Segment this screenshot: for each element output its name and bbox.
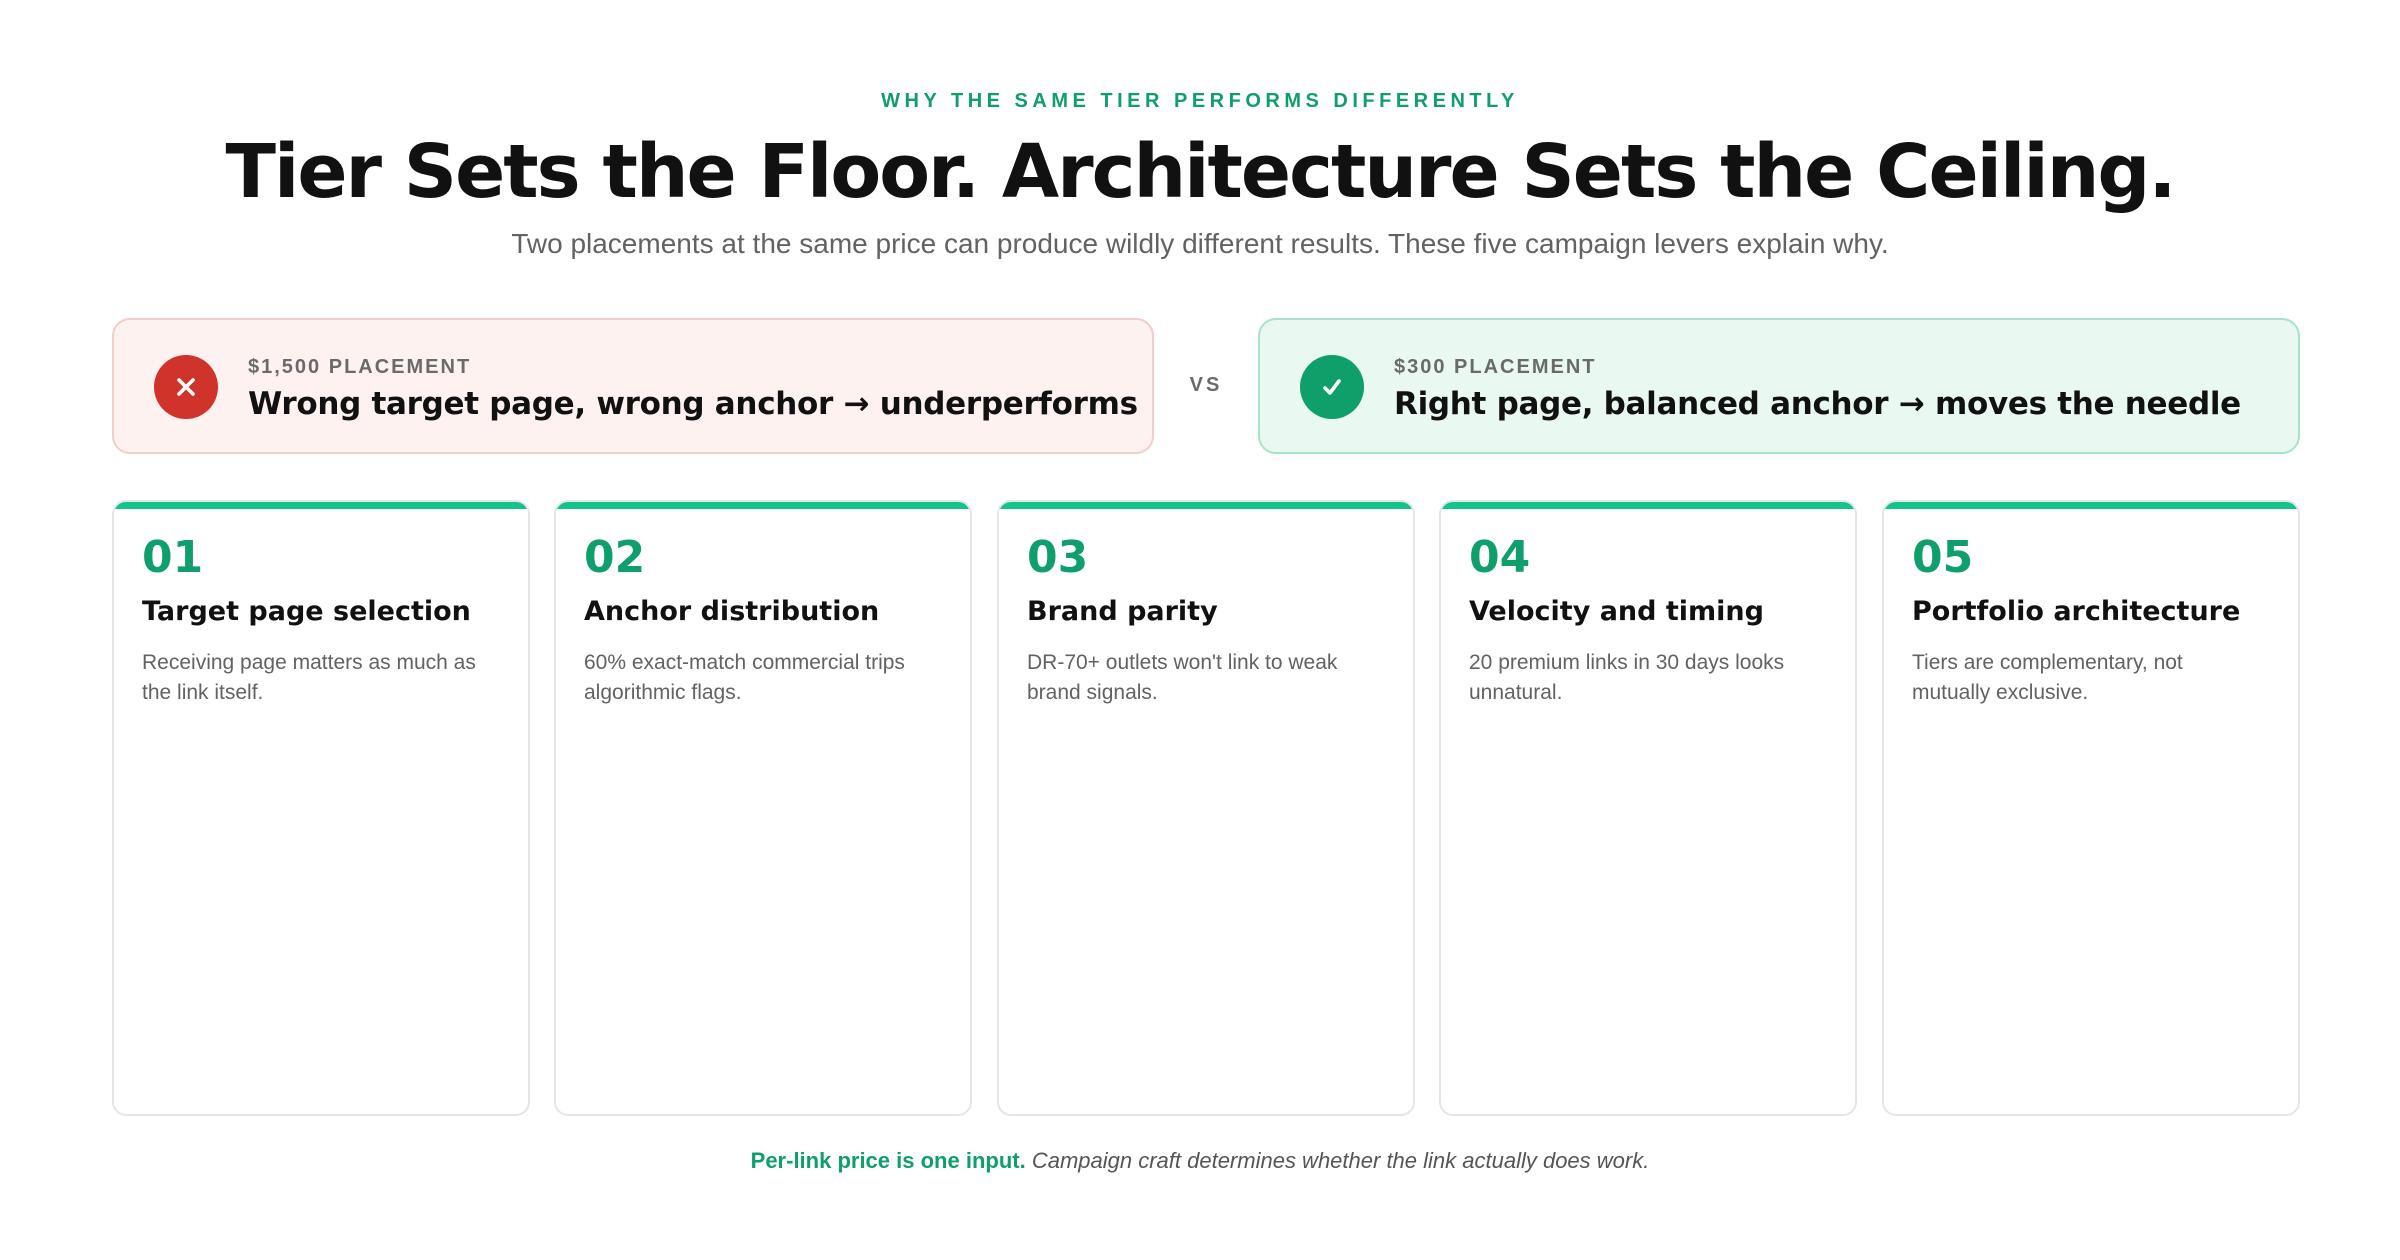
lever-description: Receiving page matters as much as the li… [142, 651, 476, 704]
good-placement-price: $300 PLACEMENT [1394, 356, 1597, 378]
lever-description: Tiers are complementary, not mutually ex… [1912, 651, 2183, 704]
lever-card: 01 Target page selection Receiving page … [112, 500, 530, 1116]
lever-description: DR-70+ outlets won't link to weak brand … [1027, 651, 1338, 704]
good-placement-card: $300 PLACEMENT Right page, balanced anch… [1258, 318, 2300, 454]
bad-placement-price: $1,500 PLACEMENT [248, 356, 472, 378]
footer-text: Campaign craft determines whether the li… [1031, 1148, 1650, 1173]
vs-label: VS [1189, 374, 1223, 396]
lever-card: 04 Velocity and timing 20 premium links … [1439, 500, 1857, 1116]
lever-number: 02 [584, 532, 646, 583]
lever-description: 60% exact-match commercial trips algorit… [584, 651, 905, 704]
lever-cards: 01 Target page selection Receiving page … [112, 500, 2300, 1116]
lever-number: 05 [1912, 532, 1974, 583]
lever-card: 05 Portfolio architecture Tiers are comp… [1882, 500, 2300, 1116]
footer-lead: Per-link price is one input. [750, 1148, 1026, 1173]
page: WHY THE SAME TIER PERFORMS DIFFERENTLY T… [0, 0, 2400, 1260]
lever-description: 20 premium links in 30 days looks unnatu… [1469, 651, 1785, 704]
page-title: Tier Sets the Floor. Architecture Sets t… [225, 129, 2176, 215]
lever-card: 02 Anchor distribution 60% exact-match c… [554, 500, 972, 1116]
lever-title: Target page selection [142, 596, 471, 627]
bad-placement-headline: Wrong target page, wrong anchor → underp… [248, 386, 1138, 422]
x-icon [154, 355, 218, 419]
footer-note: Per-link price is one input. Campaign cr… [0, 1148, 2400, 1174]
good-placement-headline: Right page, balanced anchor → moves the … [1394, 386, 2241, 422]
lever-number: 01 [142, 532, 204, 583]
eyebrow: WHY THE SAME TIER PERFORMS DIFFERENTLY [881, 90, 1519, 112]
lever-title: Brand parity [1027, 596, 1218, 627]
bad-placement-card: $1,500 PLACEMENT Wrong target page, wron… [112, 318, 1154, 454]
lever-title: Velocity and timing [1469, 596, 1764, 627]
lever-title: Anchor distribution [584, 596, 880, 627]
lever-card: 03 Brand parity DR-70+ outlets won't lin… [997, 500, 1415, 1116]
lever-title: Portfolio architecture [1912, 596, 2241, 627]
lever-number: 04 [1469, 532, 1531, 583]
page-subtitle: Two placements at the same price can pro… [511, 228, 1889, 259]
check-icon [1300, 355, 1364, 419]
lever-number: 03 [1027, 532, 1089, 583]
